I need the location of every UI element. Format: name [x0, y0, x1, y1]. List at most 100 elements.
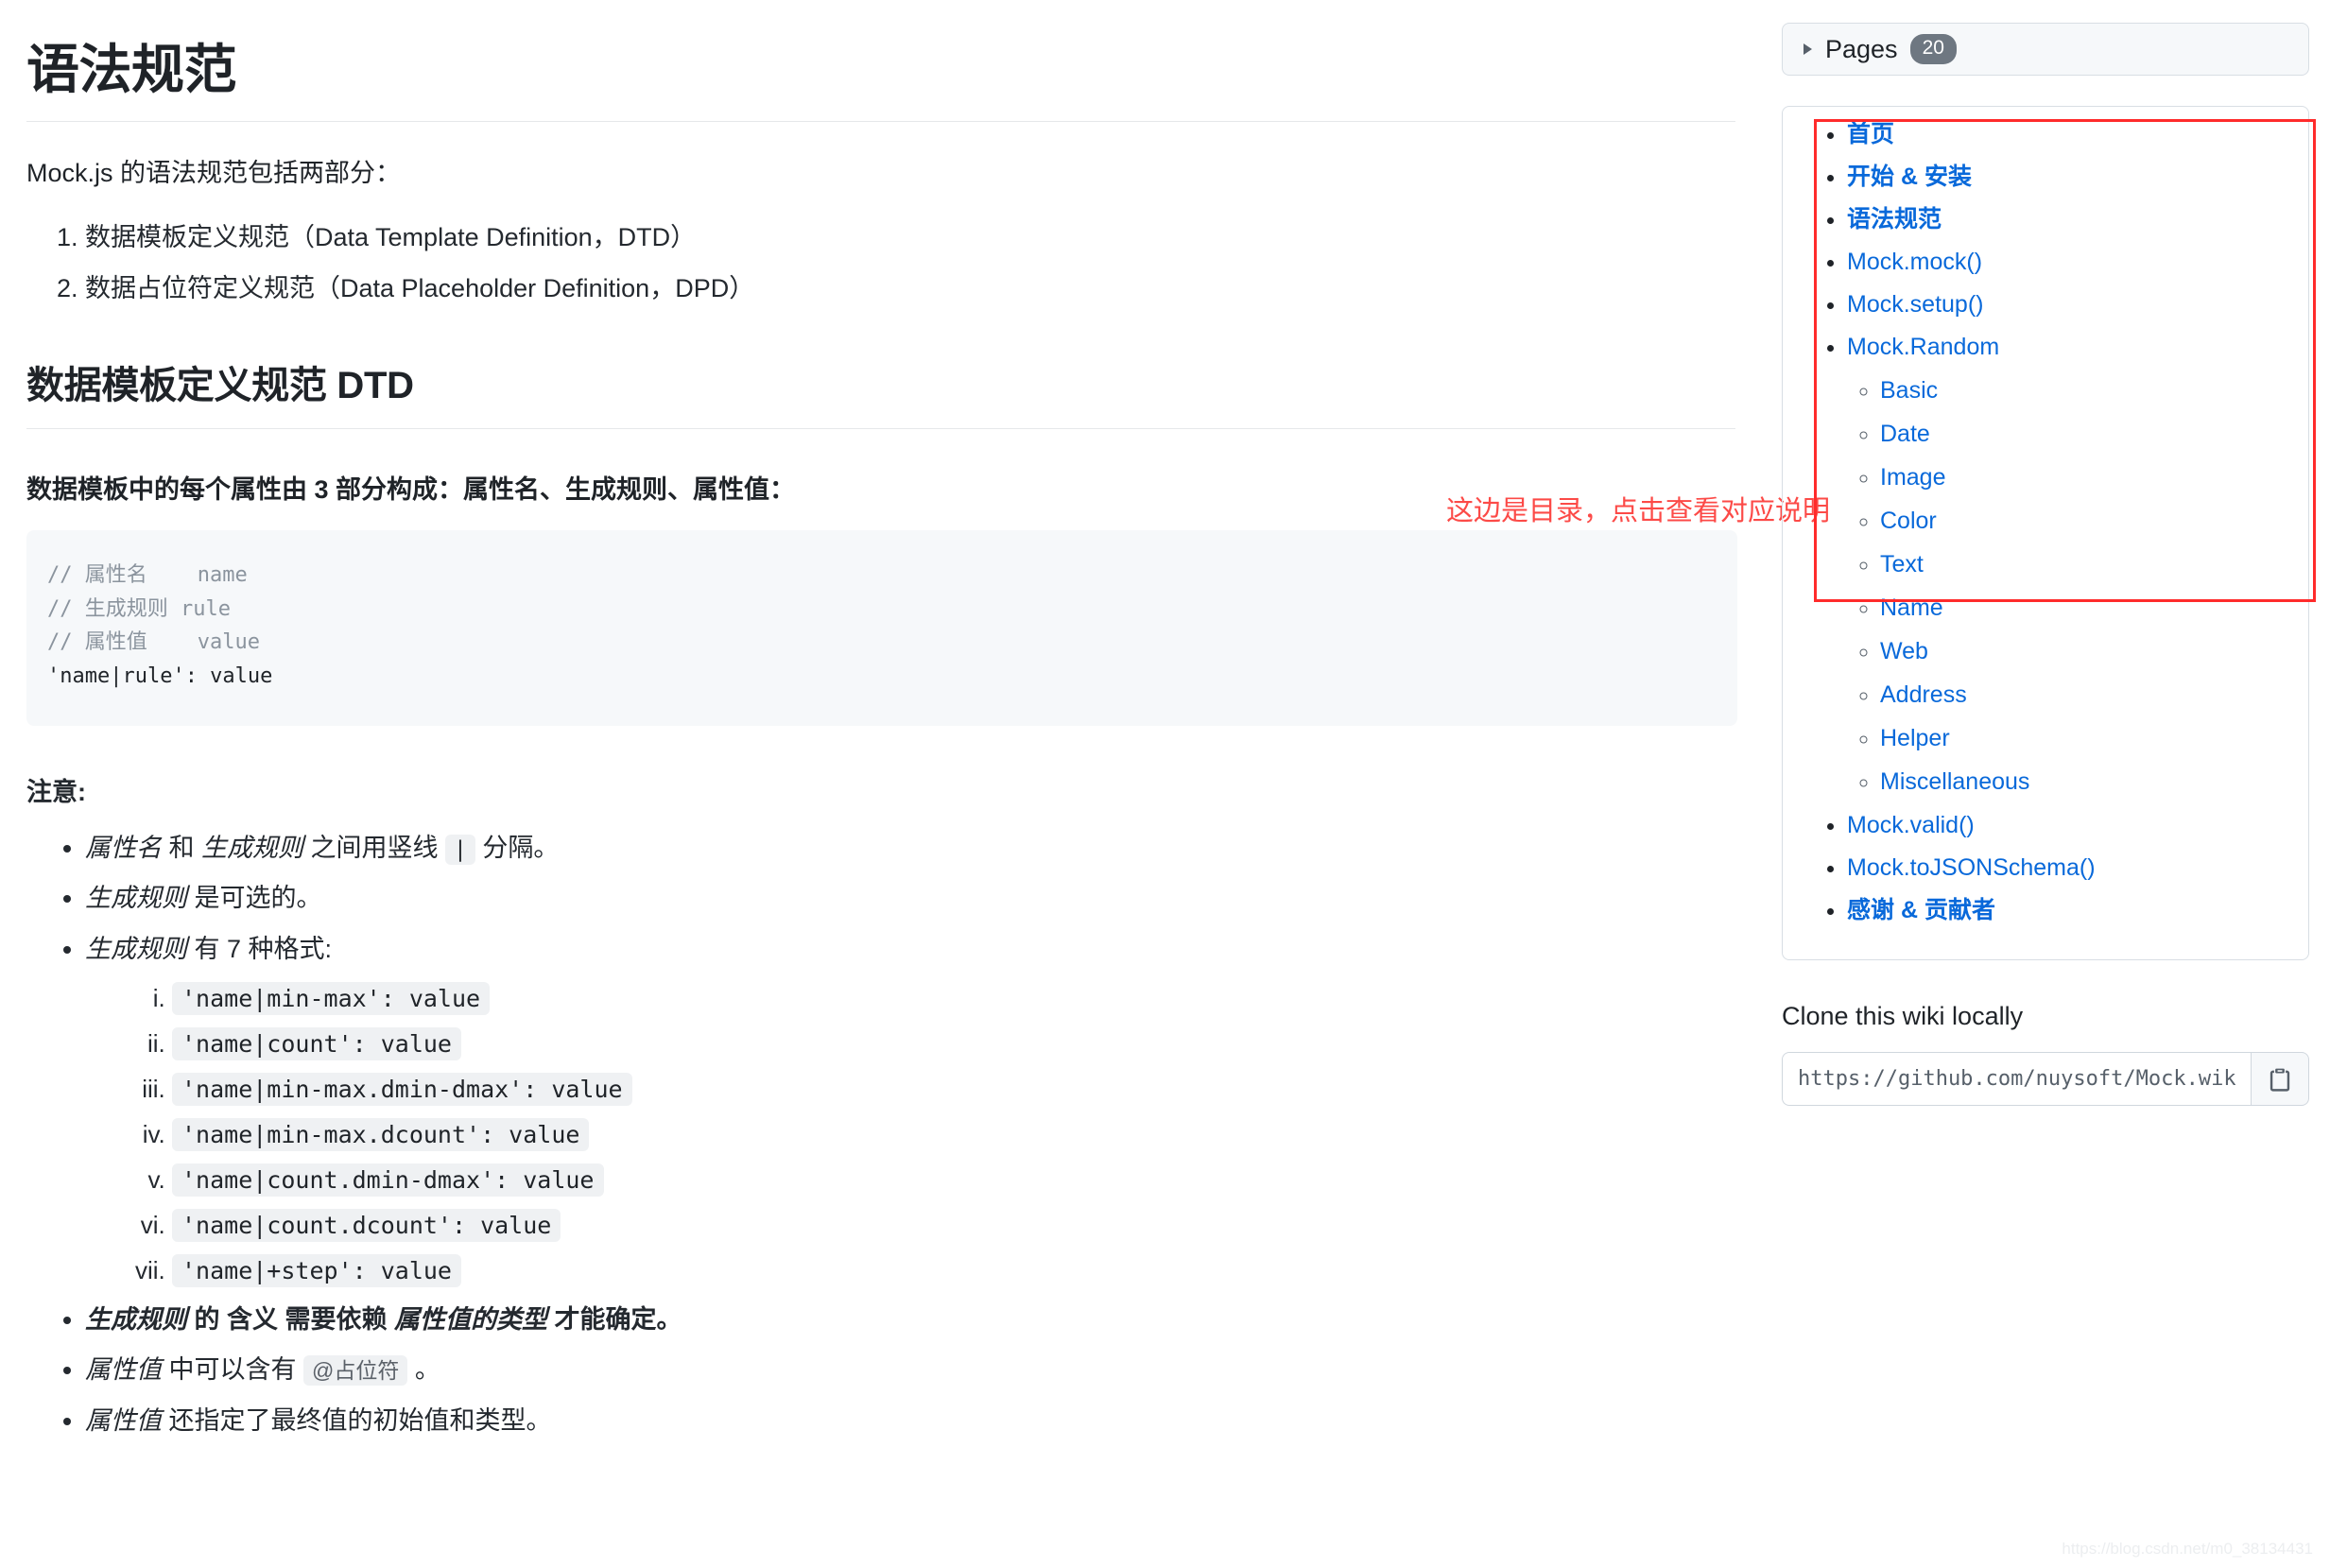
list-item: 'name|count.dcount': value: [172, 1208, 1735, 1243]
note-item-meaning: 生成规则 的 含义 需要依赖 属性值的类型 才能确定。: [85, 1301, 1735, 1339]
note-text: 的 含义 需要依赖: [187, 1304, 395, 1334]
list-item: 数据占位符定义规范（Data Placeholder Definition，DP…: [85, 269, 1735, 308]
nav-item-mock-random[interactable]: Mock.Random Basic Date Image Color Text …: [1847, 333, 2291, 796]
syntax-parts-list: 数据模板定义规范（Data Template Definition，DTD） 数…: [26, 218, 1735, 307]
subnav-item-address[interactable]: Address: [1880, 681, 2291, 709]
main-content: 语法规范 Mock.js 的语法规范包括两部分： 数据模板定义规范（Data T…: [0, 0, 1830, 1452]
subnav-link[interactable]: Helper: [1880, 725, 1950, 751]
nav-item-mock-tojsonschema[interactable]: Mock.toJSONSchema(): [1847, 853, 2291, 882]
code-comment-rule: // 生成规则 rule: [47, 596, 231, 621]
nav-item-getting-started[interactable]: 开始 & 安装: [1847, 163, 2291, 191]
note-item-initial-value: 属性值 还指定了最终值的初始值和类型。: [85, 1402, 1735, 1440]
wiki-page: 语法规范 Mock.js 的语法规范包括两部分： 数据模板定义规范（Data T…: [0, 0, 2330, 1568]
nav-link[interactable]: Mock.valid(): [1847, 812, 1975, 838]
nav-link[interactable]: Mock.toJSONSchema(): [1847, 854, 2096, 881]
pages-toggle[interactable]: Pages 20: [1782, 23, 2309, 76]
notes-list: 属性名 和 生成规则 之间用竖线 | 分隔。 生成规则 是可选的。 生成规则 有…: [26, 829, 1735, 1439]
note-text: 。: [407, 1355, 440, 1385]
subnav-link[interactable]: Address: [1880, 681, 1967, 708]
subnav-link[interactable]: Basic: [1880, 377, 1938, 404]
note-text: 中可以含有: [162, 1355, 304, 1385]
rule-format-code: 'name|count.dcount': value: [172, 1208, 561, 1242]
chevron-right-icon: [1804, 43, 1812, 55]
rule-format-code: 'name|min-max.dcount': value: [172, 1117, 590, 1151]
note-term: 生成规则: [85, 884, 187, 913]
subnav-item-color[interactable]: Color: [1880, 507, 2291, 535]
pipe-code-chip: |: [445, 834, 475, 865]
subnav-link[interactable]: Text: [1880, 551, 1924, 577]
list-item: 'name|count': value: [172, 1026, 1735, 1061]
subnav-link[interactable]: Color: [1880, 508, 1937, 534]
subnav-link[interactable]: Date: [1880, 421, 1930, 447]
subnav-item-basic[interactable]: Basic: [1880, 376, 2291, 405]
note-text: 才能确定。: [547, 1304, 682, 1334]
note-item-formats: 生成规则 有 7 种格式: 'name|min-max': value 'nam…: [85, 930, 1735, 1288]
rule-format-code: 'name|+step': value: [172, 1253, 461, 1287]
nav-item-syntax[interactable]: 语法规范: [1847, 205, 2291, 233]
dtd-code-block: // 属性名 name // 生成规则 rule // 属性值 value 'n…: [26, 530, 1737, 726]
intro-paragraph: Mock.js 的语法规范包括两部分：: [26, 159, 402, 188]
subnav-item-name[interactable]: Name: [1880, 594, 2291, 622]
nav-item-thanks[interactable]: 感谢 & 贡献者: [1847, 896, 2291, 924]
clipboard-icon: [2270, 1068, 2290, 1092]
nav-link[interactable]: 感谢 & 贡献者: [1847, 897, 1995, 923]
nav-item-mock-setup[interactable]: Mock.setup(): [1847, 290, 2291, 319]
rule-format-code: 'name|min-max.dmin-dmax': value: [172, 1073, 632, 1107]
nav-item-home[interactable]: 首页: [1847, 120, 2291, 148]
subnav-item-web[interactable]: Web: [1880, 637, 2291, 665]
note-text: 和: [162, 833, 202, 862]
rule-format-code: 'name|count.dmin-dmax': value: [172, 1163, 604, 1197]
title-divider: [26, 121, 1735, 123]
list-item: 数据模板定义规范（Data Template Definition，DTD）: [85, 218, 1735, 257]
nav-link[interactable]: 语法规范: [1847, 206, 1942, 233]
nav-link[interactable]: Mock.setup(): [1847, 291, 1983, 318]
note-term: 属性值: [85, 1355, 162, 1385]
pages-label: Pages: [1825, 34, 1898, 63]
subnav-link[interactable]: Web: [1880, 638, 1928, 664]
note-term: 属性名: [85, 833, 162, 862]
note-text: 是可选的。: [187, 884, 322, 913]
note-text: 分隔。: [475, 833, 560, 862]
sidebar: Pages 20 首页 开始 & 安装 语法规范 Mock.mock() Moc…: [1763, 0, 2330, 1106]
list-item: 'name|min-max.dmin-dmax': value: [172, 1072, 1735, 1107]
section-heading-dtd: 数据模板定义规范 DTD: [26, 365, 414, 407]
subnav-link[interactable]: Name: [1880, 594, 1943, 621]
code-comment-name: // 属性名 name: [47, 563, 248, 588]
wiki-nav-card: 首页 开始 & 安装 语法规范 Mock.mock() Mock.setup()…: [1782, 106, 2316, 960]
pages-count-badge: 20: [1909, 34, 1957, 64]
nav-link[interactable]: 首页: [1847, 121, 1894, 147]
nav-item-mock-valid[interactable]: Mock.valid(): [1847, 811, 2291, 839]
subnav-link[interactable]: Miscellaneous: [1880, 768, 2029, 795]
list-item: 'name|count.dmin-dmax': value: [172, 1163, 1735, 1198]
code-line-template: 'name|rule': value: [47, 664, 273, 689]
rule-formats-list: 'name|min-max': value 'name|count': valu…: [85, 981, 1735, 1287]
copy-to-clipboard-button[interactable]: [2251, 1052, 2309, 1106]
note-item-placeholder: 属性值 中可以含有 @占位符 。: [85, 1351, 1735, 1389]
subnav-item-date[interactable]: Date: [1880, 420, 2291, 448]
note-item-optional: 生成规则 是可选的。: [85, 879, 1735, 918]
placeholder-code-chip: @占位符: [303, 1355, 408, 1387]
page-title: 语法规范: [26, 40, 237, 99]
subnav-item-helper[interactable]: Helper: [1880, 724, 2291, 752]
subnav-item-miscellaneous[interactable]: Miscellaneous: [1880, 767, 2291, 796]
rule-format-code: 'name|count': value: [172, 1027, 461, 1061]
rule-format-code: 'name|min-max': value: [172, 982, 491, 1016]
watermark: https://blog.csdn.net/m0_38134431: [2062, 1540, 2313, 1558]
note-text: 之间用竖线: [303, 833, 446, 862]
nav-link[interactable]: Mock.mock(): [1847, 249, 1982, 275]
note-text: 还指定了最终值的初始值和类型。: [162, 1405, 552, 1435]
red-annotation-text: 这边是目录，点击查看对应说明: [1446, 496, 1831, 526]
nav-link[interactable]: 开始 & 安装: [1847, 164, 1972, 190]
subnav-item-text[interactable]: Text: [1880, 550, 2291, 578]
nav-item-mock-mock[interactable]: Mock.mock(): [1847, 248, 2291, 276]
subnav-item-image[interactable]: Image: [1880, 463, 2291, 491]
list-item: 'name|+step': value: [172, 1253, 1735, 1288]
section-divider: [26, 428, 1735, 430]
nav-link[interactable]: Mock.Random: [1847, 334, 1999, 360]
note-term: 属性值: [85, 1405, 162, 1435]
list-item: 'name|min-max.dcount': value: [172, 1117, 1735, 1152]
note-text: 有 7 种格式:: [187, 934, 333, 963]
subnav-link[interactable]: Image: [1880, 464, 1945, 491]
clone-url-input[interactable]: [1782, 1052, 2251, 1106]
code-comment-value: // 属性值 value: [47, 630, 260, 655]
